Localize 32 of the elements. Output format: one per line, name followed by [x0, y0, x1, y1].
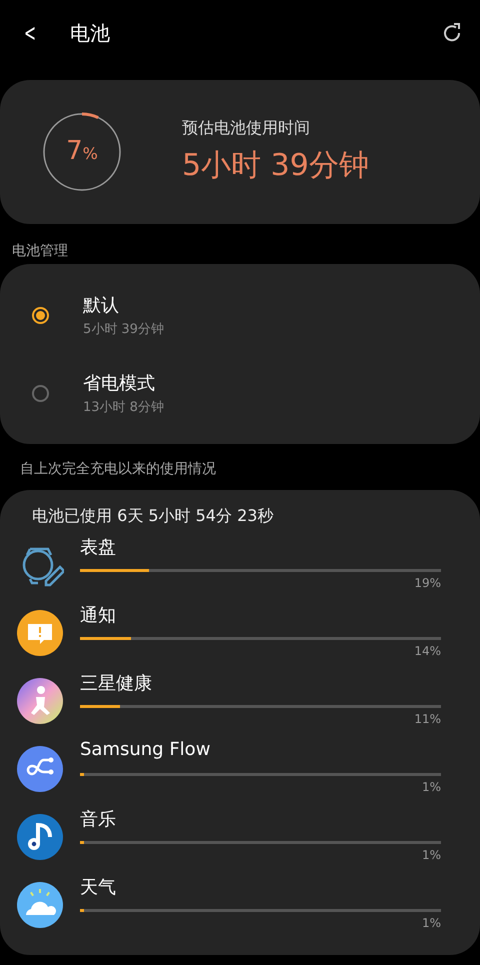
section-heading: 电池管理: [11, 242, 69, 261]
app-name: 通知: [80, 604, 117, 628]
app-name: 表盘: [80, 536, 117, 560]
mode-name: 默认: [83, 294, 120, 316]
mode-time: 5小时 39分钟: [83, 320, 164, 338]
app-name: 音乐: [80, 808, 117, 832]
notification-icon: [16, 609, 64, 657]
usage-percent: 1%: [422, 916, 441, 930]
estimate-value: 5小时 39分钟: [182, 147, 369, 185]
app-name: Samsung Flow: [80, 739, 212, 762]
usage-percent: 14%: [414, 644, 441, 658]
radio-button[interactable]: [32, 306, 49, 324]
usage-percent: 19%: [414, 576, 441, 590]
usage-percent: 11%: [414, 712, 441, 726]
flow-icon: [16, 745, 64, 793]
usage-percent: 1%: [422, 848, 441, 862]
back-button[interactable]: <: [24, 19, 36, 47]
page-title: 电池: [70, 20, 112, 46]
app-name: 三星健康: [80, 672, 153, 696]
estimate-label: 预估电池使用时间: [182, 118, 311, 139]
radio-button[interactable]: [32, 384, 49, 402]
music-note-icon: [16, 813, 64, 861]
usage-percent: 1%: [422, 780, 441, 794]
mode-time: 13小时 8分钟: [83, 398, 164, 416]
app-name: 天气: [80, 876, 117, 900]
refresh-button[interactable]: [442, 23, 462, 43]
usage-total: 电池已使用 6天 5小时 54分 23秒: [31, 506, 274, 527]
battery-percent: 7%: [65, 136, 99, 166]
section-heading: 自上次完全充电以来的使用情况: [19, 460, 217, 479]
mode-name: 省电模式: [83, 372, 156, 394]
runner-icon: [16, 677, 64, 725]
weather-icon: [16, 881, 64, 929]
